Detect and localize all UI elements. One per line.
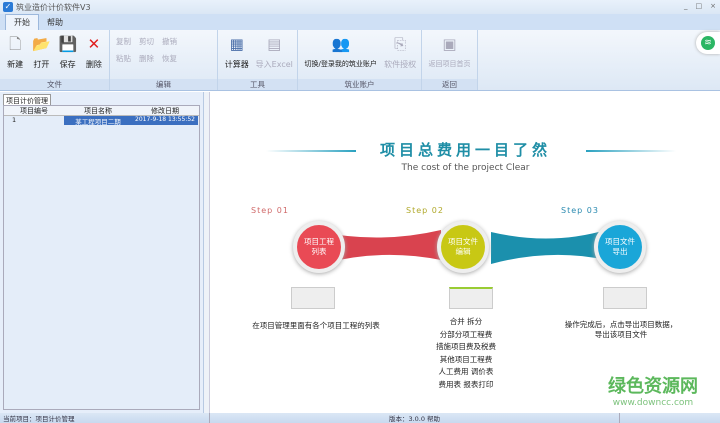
step-2-thumbnail — [449, 287, 493, 309]
step-1-label: Step 01 — [251, 206, 289, 215]
table-header: 项目编号 项目名称 修改日期 — [4, 106, 199, 116]
cell-no: 1 — [12, 116, 17, 124]
label: 切换/登录我的筑业账户 — [304, 60, 377, 68]
group-label: 文件 — [0, 79, 109, 90]
tab-start[interactable]: 开始 — [5, 14, 39, 30]
label: 保存 — [59, 60, 76, 69]
col-header[interactable]: 修改日期 — [132, 106, 198, 115]
watermark-cn: 绿色资源网 — [608, 376, 698, 397]
redo-button[interactable]: 恢复 — [162, 53, 177, 64]
label: 软件授权 — [384, 60, 417, 69]
welcome-title: 项目总费用一目了然 — [379, 141, 551, 159]
network-widget[interactable]: ≋ — [696, 32, 720, 54]
group-back: ▣ 返回项目首页 返回 — [422, 30, 478, 90]
label: 返回项目首页 — [428, 60, 471, 68]
group-label: 返回 — [422, 79, 477, 90]
label: 计算器 — [224, 60, 249, 69]
step-3-label: Step 03 — [561, 206, 599, 215]
license-button[interactable]: ⎘ 软件授权 — [381, 33, 419, 78]
group-file: 🗋 新建 📂 打开 💾 保存 ✕ 删除 文件 — [0, 30, 110, 90]
group-label: 编辑 — [110, 79, 217, 90]
step-1-circle[interactable]: 项目工程 列表 — [293, 221, 345, 273]
save-icon: 💾 — [58, 35, 78, 53]
step-2-description: 合并 拆分 分部分项工程费 措施项目费及税费 其他项目工程费 人工费用 调价表 … — [436, 317, 496, 389]
step-3-thumbnail — [603, 287, 647, 309]
group-label: 工具 — [218, 79, 297, 90]
delete-icon: ✕ — [87, 35, 101, 53]
login-account-button[interactable]: 👥 切换/登录我的筑业账户 — [300, 33, 381, 78]
ribbon-spacer — [478, 30, 720, 90]
new-button[interactable]: 🗋 新建 — [2, 33, 28, 78]
maximize-button[interactable]: □ — [696, 2, 703, 10]
home-icon: ▣ — [442, 35, 457, 53]
step-text: Step 03 — [561, 206, 599, 215]
table-row[interactable]: 1 某工程项目二期 2017-9-18 13:55:52 — [4, 116, 199, 126]
step-3-circle[interactable]: 项目文件 导出 — [594, 221, 646, 273]
project-panel: 项目计价管理 项目编号 项目名称 修改日期 1 某工程项目二期 2017-9-1… — [0, 92, 204, 413]
col-header[interactable]: 项目编号 — [4, 106, 64, 115]
ribbon-tabs: 开始 帮助 — [0, 14, 720, 30]
wifi-icon: ≋ — [701, 36, 715, 50]
col-header[interactable]: 项目名称 — [64, 106, 132, 115]
undo-button[interactable]: 撤销 — [162, 36, 177, 47]
step-2-label: Step 02 — [406, 206, 444, 215]
ribbon: 🗋 新建 📂 打开 💾 保存 ✕ 删除 文件 复制粘贴 剪切删除 撤销恢复 编辑 ▦ 计算… — [0, 30, 720, 91]
step-text: Step 01 — [251, 206, 289, 215]
group-label: 筑业账户 — [298, 79, 421, 90]
step-1-description: 在项目管理里面有各个项目工程的列表 — [252, 321, 380, 330]
delete-button[interactable]: ✕ 删除 — [81, 33, 107, 78]
label: 新建 — [7, 60, 24, 69]
welcome-subtitle: The cost of the project Clear — [401, 163, 530, 173]
connector-blue — [491, 230, 606, 264]
import-excel-button[interactable]: ▤ 导入Excel — [254, 33, 295, 78]
splitter[interactable] — [204, 92, 210, 413]
users-icon: 👥 — [331, 35, 351, 53]
welcome-content: 项目总费用一目了然 The cost of the project Clear … — [211, 92, 720, 413]
tab-help[interactable]: 帮助 — [39, 15, 71, 30]
step-3-description: 操作完成后，点击导出项目数据， 导出该项目文件 — [564, 320, 678, 339]
calculator-button[interactable]: ▦ 计算器 — [220, 33, 254, 78]
title-bar: ✓ 筑业造价计价软件V3 _ □ × — [0, 0, 720, 14]
copy-button[interactable]: 复制 — [116, 36, 131, 47]
back-home-button[interactable]: ▣ 返回项目首页 — [424, 33, 475, 78]
open-button[interactable]: 📂 打开 — [28, 33, 54, 78]
cut-button[interactable]: 剪切 — [139, 36, 154, 47]
watermark: 绿色资源网 www.downcc.com — [608, 372, 698, 408]
label: 导入Excel — [255, 60, 293, 69]
step-text: Step 02 — [406, 206, 444, 215]
folder-icon: 📂 — [32, 35, 52, 53]
label: 删除 — [85, 60, 102, 69]
step-1-thumbnail — [291, 287, 335, 309]
app-icon: ✓ — [3, 2, 13, 12]
save-button[interactable]: 💾 保存 — [55, 33, 81, 78]
new-file-icon: 🗋 — [9, 35, 22, 53]
step-2-circle[interactable]: 项目文件 编辑 — [437, 221, 489, 273]
minimize-button[interactable]: _ — [684, 2, 688, 10]
close-button[interactable]: × — [710, 2, 716, 10]
cell-name: 某工程项目二期 — [64, 116, 132, 126]
group-edit: 复制粘贴 剪切删除 撤销恢复 编辑 — [110, 30, 218, 90]
window-title: 筑业造价计价软件V3 — [16, 2, 91, 12]
paste-button[interactable]: 粘贴 — [116, 53, 131, 64]
group-tools: ▦ 计算器 ▤ 导入Excel 工具 — [218, 30, 298, 90]
import-icon: ▤ — [267, 35, 282, 53]
license-icon: ⎘ — [394, 35, 407, 53]
watermark-url: www.downcc.com — [612, 398, 694, 408]
calculator-icon: ▦ — [229, 35, 244, 53]
project-table: 项目编号 项目名称 修改日期 1 某工程项目二期 2017-9-18 13:55… — [3, 105, 200, 410]
remove-button[interactable]: 删除 — [139, 53, 154, 64]
cell-date: 2017-9-18 13:55:52 — [132, 116, 198, 125]
status-left: 当前项目：项目计价管理 — [0, 413, 210, 423]
status-center: 版本：3.0.0 帮助 — [210, 413, 620, 423]
status-bar: 当前项目：项目计价管理 版本：3.0.0 帮助 — [0, 413, 720, 423]
group-account: 👥 切换/登录我的筑业账户 ⎘ 软件授权 筑业账户 — [298, 30, 422, 90]
label: 打开 — [33, 60, 50, 69]
